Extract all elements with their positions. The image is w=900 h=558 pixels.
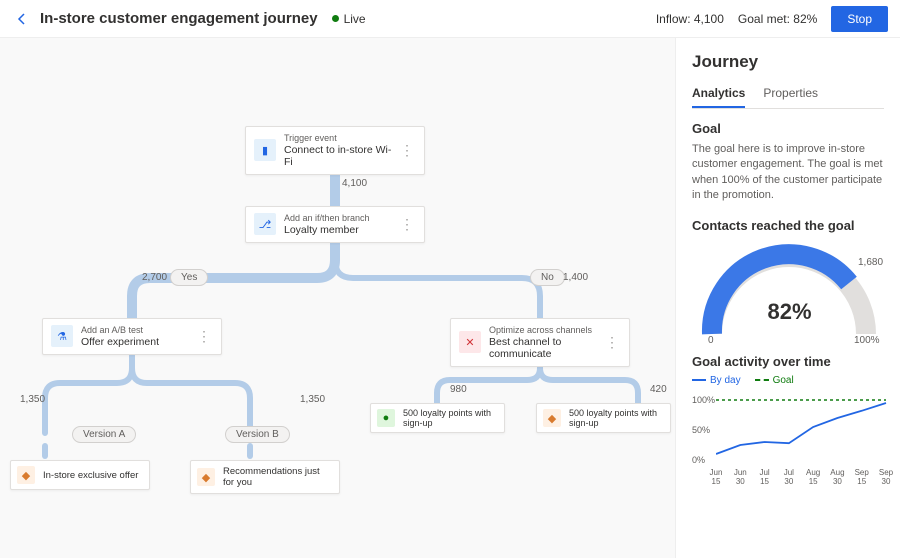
branch-no-pill: No [530,269,565,286]
branch-icon: ⎇ [254,213,276,235]
back-button[interactable] [12,9,32,29]
inflow-metric: Inflow: 4,100 [656,12,724,26]
goal-description: The goal here is to improve in-store cus… [692,142,884,204]
contacts-heading: Contacts reached the goal [692,218,884,233]
chat-icon: ● [377,409,395,427]
page-title: In-store customer engagement journey [40,10,318,27]
message-icon: ◆ [543,409,561,427]
x-tick: Jun30 [728,469,752,487]
goal-gauge: 82% 0 100% 1,680 [692,239,887,344]
node-optimize-channels[interactable]: ✕ Optimize across channels Best channel … [450,318,630,367]
gauge-min-label: 0 [708,335,714,346]
activity-heading: Goal activity over time [692,354,884,369]
gauge-value-label: 1,680 [858,257,883,268]
count-channel-2: 420 [650,384,667,395]
chart-legend: By day Goal [692,375,884,386]
flask-icon: ⚗ [51,325,73,347]
stop-button[interactable]: Stop [831,6,888,32]
version-b-pill: Version B [225,426,290,443]
node-ab-test[interactable]: ⚗ Add an A/B test Offer experiment ⋮ [42,318,222,355]
x-tick: Aug30 [825,469,849,487]
recommend-icon: ◆ [197,468,215,486]
wifi-icon: ▮ [254,139,276,161]
node-menu-button[interactable]: ⋮ [398,216,416,233]
count-no: 1,400 [563,272,588,283]
goal-met-metric: Goal met: 82% [738,12,817,26]
legend-byday: By day [692,375,741,386]
panel-title: Journey [692,52,884,72]
x-tick: Jun15 [704,469,728,487]
count-version-a: 1,350 [20,394,45,405]
arrow-left-icon [15,12,29,26]
tab-properties[interactable]: Properties [763,80,818,108]
x-tick: Sep15 [850,469,874,487]
status-badge: Live [332,12,366,26]
side-panel: Journey Analytics Properties Goal The go… [675,38,900,558]
gauge-max-label: 100% [854,335,880,346]
node-trigger-event[interactable]: ▮ Trigger event Connect to in-store Wi-F… [245,126,425,175]
node-loyalty-points-2[interactable]: ◆ 500 loyalty points with sign-up [536,403,671,433]
x-tick: Jul30 [777,469,801,487]
count-channel-1: 980 [450,384,467,395]
node-recommendations[interactable]: ◆ Recommendations just for you [190,460,340,494]
x-tick: Aug15 [801,469,825,487]
channels-icon: ✕ [459,331,481,353]
status-dot-icon [332,15,339,22]
count-inflow: 4,100 [342,178,367,189]
version-a-pill: Version A [72,426,136,443]
tab-analytics[interactable]: Analytics [692,80,745,108]
status-text: Live [344,12,366,26]
legend-goal: Goal [755,375,794,386]
x-tick: Sep30 [874,469,898,487]
node-menu-button[interactable]: ⋮ [398,142,416,159]
x-tick: Jul15 [753,469,777,487]
offer-icon: ◆ [17,466,35,484]
gauge-percent: 82% [692,299,887,325]
tabs: Analytics Properties [692,80,884,109]
branch-yes-pill: Yes [170,269,208,286]
goal-activity-chart: 100% 50% 0% Jun15Jun30Jul15Jul30Aug15Aug… [692,392,887,487]
journey-canvas[interactable]: ▮ Trigger event Connect to in-store Wi-F… [0,38,675,558]
header-bar: In-store customer engagement journey Liv… [0,0,900,38]
node-exclusive-offer[interactable]: ◆ In-store exclusive offer [10,460,150,490]
node-branch-loyalty[interactable]: ⎇ Add an if/then branch Loyalty member ⋮ [245,206,425,243]
node-loyalty-points-1[interactable]: ● 500 loyalty points with sign-up [370,403,505,433]
node-menu-button[interactable]: ⋮ [603,334,621,351]
count-version-b: 1,350 [300,394,325,405]
node-menu-button[interactable]: ⋮ [195,328,213,345]
goal-heading: Goal [692,121,884,136]
count-yes: 2,700 [142,272,167,283]
